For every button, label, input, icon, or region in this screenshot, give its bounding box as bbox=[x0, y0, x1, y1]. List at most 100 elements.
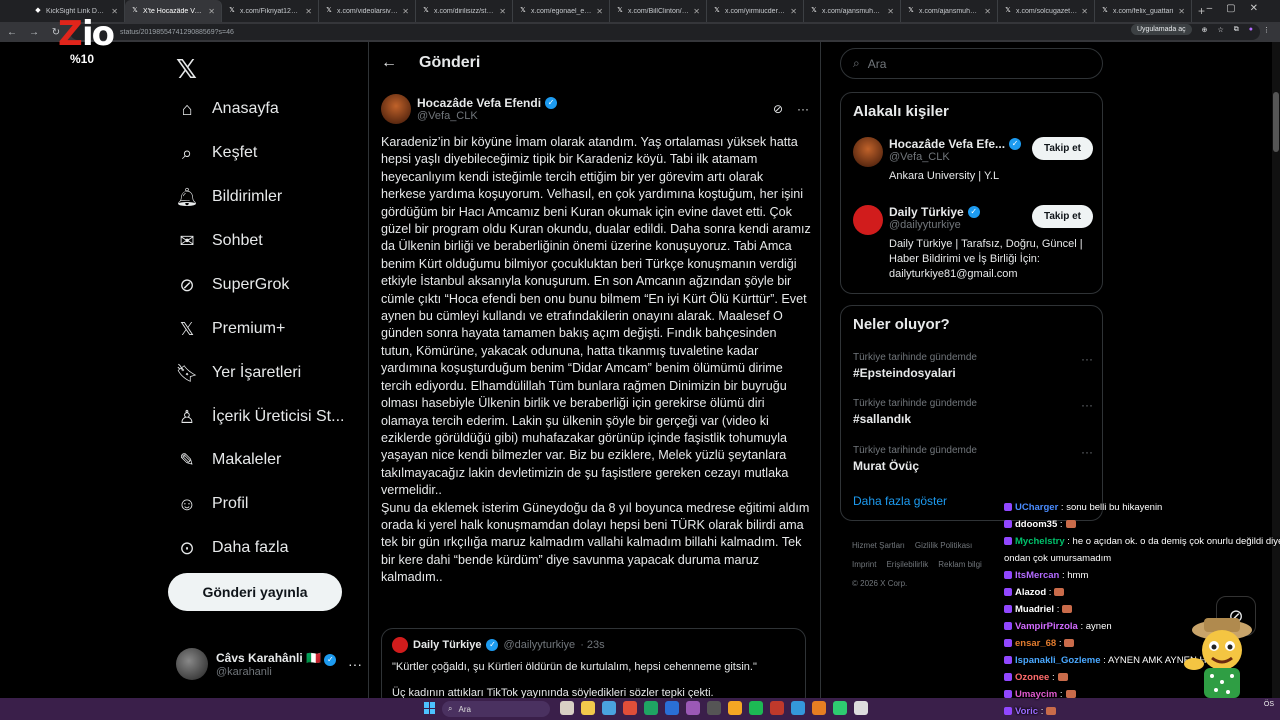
more-icon[interactable]: ··· bbox=[1081, 352, 1093, 366]
nav-item-profil[interactable]: ☺ Profil bbox=[176, 493, 249, 515]
author-name[interactable]: Hocazâde Vefa Efendi ✓ bbox=[417, 96, 558, 110]
chat-username[interactable]: UCharger bbox=[1015, 502, 1058, 513]
nav-item-premium[interactable]: 𝕏 Premium+ bbox=[176, 318, 286, 340]
chat-username[interactable]: Voric bbox=[1015, 706, 1038, 717]
browser-tab[interactable]: 𝕏x.com/ajansmuhbir19 ✕ bbox=[804, 0, 901, 22]
taskbar-app-icon[interactable] bbox=[644, 701, 658, 715]
close-icon[interactable]: ✕ bbox=[499, 7, 506, 16]
chat-username[interactable]: VampirPirzola bbox=[1015, 621, 1078, 632]
trend-item[interactable]: Türkiye tarihinde gündemde #Epsteindosya… bbox=[853, 352, 1093, 380]
chat-username[interactable]: ensar_68 bbox=[1015, 638, 1056, 649]
zoom-icon[interactable]: ⊕ bbox=[1202, 26, 1208, 34]
footer-link[interactable]: Reklam bilgi bbox=[938, 560, 982, 569]
taskbar-app-icon[interactable] bbox=[581, 701, 595, 715]
taskbar-app-icon[interactable] bbox=[623, 701, 637, 715]
nav-item-makaleler[interactable]: ✎ Makaleler bbox=[176, 449, 281, 471]
close-icon[interactable]: ✕ bbox=[1178, 7, 1185, 16]
browser-tab[interactable]: 𝕏x.com/felix_guattari ✕ bbox=[1095, 0, 1192, 22]
star-icon[interactable]: ☆ bbox=[1217, 26, 1223, 34]
system-tray[interactable]: ÖS bbox=[1264, 701, 1274, 709]
taskbar-app-icon[interactable] bbox=[665, 701, 679, 715]
chat-username[interactable]: Ozonee bbox=[1015, 672, 1049, 683]
search-input[interactable]: ⌕ Ara bbox=[840, 48, 1103, 79]
author-handle[interactable]: @Vefa_CLK bbox=[417, 110, 557, 122]
taskbar-app-icon[interactable] bbox=[707, 701, 721, 715]
taskbar-app-icon[interactable] bbox=[728, 701, 742, 715]
follow-button[interactable]: Takip et bbox=[1031, 205, 1093, 228]
more-icon[interactable]: ··· bbox=[797, 102, 809, 116]
browser-tab[interactable]: 𝕏x.com/videolarsivi/stat ✕ bbox=[319, 0, 416, 22]
close-icon[interactable]: ✕ bbox=[402, 7, 409, 16]
taskbar-app-icon[interactable] bbox=[833, 701, 847, 715]
grok-icon[interactable]: ⊘ bbox=[773, 102, 783, 116]
nav-item-keşfet[interactable]: ⌕ Keşfet bbox=[176, 142, 257, 164]
show-more-link[interactable]: Daha fazla göster bbox=[853, 494, 947, 508]
browser-tab[interactable]: 𝕏x.com/yirmiucderece ✕ bbox=[707, 0, 804, 22]
nav-item-i-çerik-üreticisi-st[interactable]: ♙ İçerik Üreticisi St... bbox=[176, 406, 345, 428]
taskbar-app-icon[interactable] bbox=[602, 701, 616, 715]
footer-link[interactable]: Imprint bbox=[852, 560, 876, 569]
footer-link[interactable]: Gizlilik Politikası bbox=[915, 541, 972, 550]
quoted-post[interactable]: Daily Türkiye ✓ @dailyyturkiye · 23s "Kü… bbox=[381, 628, 806, 698]
chat-username[interactable]: ItsMercan bbox=[1015, 570, 1059, 581]
back-icon[interactable]: ← bbox=[6, 27, 18, 38]
chat-username[interactable]: ddoom35 bbox=[1015, 519, 1057, 530]
browser-tab[interactable]: 𝕏x.com/dirilisizz/statu ✕ bbox=[416, 0, 513, 22]
author-avatar[interactable] bbox=[381, 94, 411, 124]
address-bar[interactable]: status/2019855474129088569?s=46 bbox=[70, 24, 1260, 40]
close-icon[interactable]: ✕ bbox=[790, 7, 797, 16]
trend-item[interactable]: Türkiye tarihinde gündemde #sallandık ··… bbox=[853, 398, 1093, 426]
related-person[interactable]: Daily Türkiye ✓ @dailyyturkiye Daily Türk… bbox=[853, 205, 1093, 282]
nav-item-yer-i-şaretleri[interactable]: 🔖︎ Yer İşaretleri bbox=[176, 362, 302, 384]
taskbar-app-icon[interactable] bbox=[560, 701, 574, 715]
forward-icon[interactable]: → bbox=[28, 27, 40, 38]
trend-item[interactable]: Türkiye tarihinde gündemde Murat Övüç ··… bbox=[853, 445, 1093, 473]
taskbar-search[interactable]: ⌕ Ara bbox=[442, 701, 550, 717]
x-logo-icon[interactable]: 𝕏 bbox=[176, 54, 197, 85]
more-icon[interactable]: ··· bbox=[1081, 398, 1093, 412]
close-icon[interactable]: ✕ bbox=[1081, 7, 1088, 16]
chat-username[interactable]: Umaycim bbox=[1015, 689, 1057, 700]
close-icon[interactable]: ✕ bbox=[208, 7, 215, 16]
close-icon[interactable]: ✕ bbox=[596, 7, 603, 16]
open-in-app-button[interactable]: Uygulamada aç bbox=[1130, 24, 1192, 35]
profile-icon[interactable]: ● bbox=[1249, 26, 1253, 33]
new-tab-icon[interactable]: + bbox=[1192, 4, 1205, 18]
more-icon[interactable]: ··· bbox=[348, 656, 362, 672]
chat-username[interactable]: Ispanakli_Gozleme bbox=[1015, 655, 1101, 666]
taskbar-app-icon[interactable] bbox=[791, 701, 805, 715]
follow-button[interactable]: Takip et bbox=[1031, 137, 1093, 160]
close-icon[interactable]: ✕ bbox=[693, 7, 700, 16]
windows-start-icon[interactable] bbox=[424, 702, 436, 714]
back-arrow-icon[interactable]: ← bbox=[381, 54, 397, 72]
related-person[interactable]: Hocazâde Vefa Efe... ✓ @Vefa_CLK Ankara U… bbox=[853, 137, 1093, 184]
taskbar-app-icon[interactable] bbox=[749, 701, 763, 715]
taskbar-app-icon[interactable] bbox=[854, 701, 868, 715]
taskbar-app-icon[interactable] bbox=[686, 701, 700, 715]
taskbar-app-icon[interactable] bbox=[812, 701, 826, 715]
browser-tab[interactable]: 𝕏 X'te Hocazâde Vefa Ef✕ bbox=[125, 0, 222, 22]
window-controls[interactable]: –▢✕ bbox=[1207, 3, 1272, 14]
account-switcher[interactable]: Câvs Karahânli 🇮🇹 ✓ @karahanli ··· bbox=[176, 646, 362, 682]
more-icon[interactable]: ··· bbox=[1081, 445, 1093, 459]
browser-tab[interactable]: 𝕏x.com/solcugazete60 ✕ bbox=[998, 0, 1095, 22]
browser-tab[interactable]: 𝕏x.com/Fikriyat123/stat ✕ bbox=[222, 0, 319, 22]
nav-item-supergrok[interactable]: ⊘ SuperGrok bbox=[176, 274, 289, 296]
nav-item-bildirimler[interactable]: 🔔︎ Bildirimler bbox=[176, 186, 283, 208]
nav-item-sohbet[interactable]: ✉ Sohbet bbox=[176, 230, 262, 252]
close-icon[interactable]: ✕ bbox=[984, 7, 991, 16]
browser-tab[interactable]: 𝕏x.com/ajansmuhbir19 ✕ bbox=[901, 0, 998, 22]
post-button[interactable]: Gönderi yayınla bbox=[168, 573, 342, 611]
nav-item-anasayfa[interactable]: ⌂ Anasayfa bbox=[176, 98, 279, 120]
footer-link[interactable]: Erişilebilirlik bbox=[886, 560, 928, 569]
taskbar-app-icon[interactable] bbox=[770, 701, 784, 715]
chat-username[interactable]: Muadriel bbox=[1015, 604, 1054, 615]
scrollbar-thumb[interactable] bbox=[1273, 92, 1279, 152]
menu-icon[interactable]: ⋮ bbox=[1263, 26, 1270, 34]
extensions-icon[interactable]: ⧉ bbox=[1234, 26, 1239, 34]
footer-link[interactable]: Hizmet Şartları bbox=[852, 541, 905, 550]
chat-username[interactable]: Mychelstry bbox=[1015, 536, 1065, 547]
close-icon[interactable]: ✕ bbox=[305, 7, 312, 16]
browser-tab[interactable]: 𝕏x.com/BillClinton/stat ✕ bbox=[610, 0, 707, 22]
nav-item-daha-fazla[interactable]: ⊙ Daha fazla bbox=[176, 537, 288, 559]
